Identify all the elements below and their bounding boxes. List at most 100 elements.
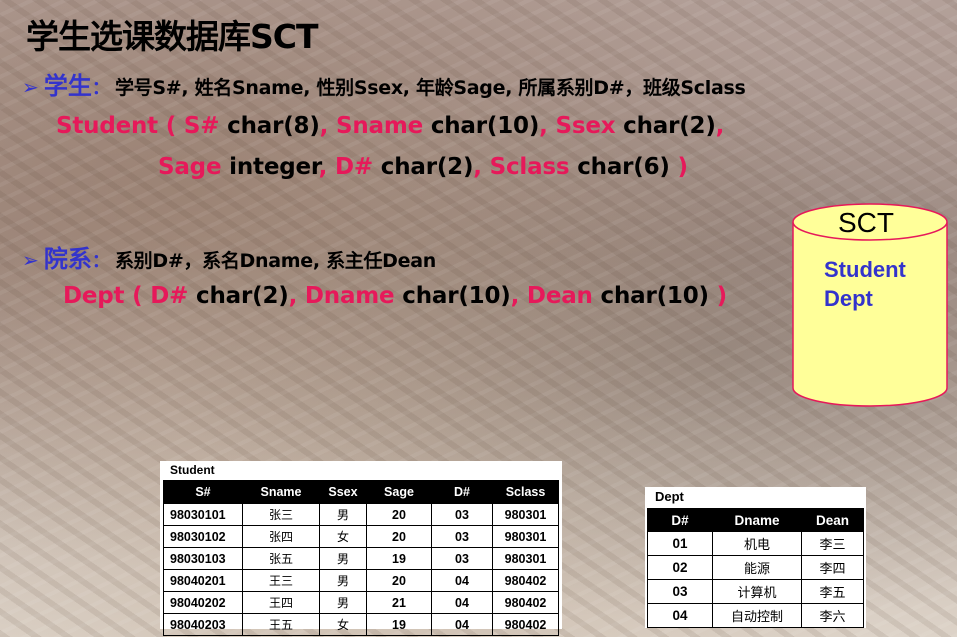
dept-table-caption: Dept (655, 489, 684, 504)
schema-token: char(2) (615, 113, 716, 139)
table-cell: 王三 (242, 569, 320, 592)
table-row: 98040203 王五 女 19 04 980402 (163, 613, 559, 636)
dept-heading: 院系 (43, 245, 92, 273)
schema-token: , (715, 113, 725, 139)
table-cell: 自动控制 (712, 603, 802, 628)
table-cell: 98030101 (163, 503, 243, 526)
table-cell: 张五 (242, 547, 320, 570)
schema-token: char(2) (188, 283, 289, 309)
table-cell: 980301 (492, 503, 559, 526)
schema-token: char(6) (569, 154, 670, 180)
table-row: 04 自动控制 李六 (647, 603, 864, 628)
table-cell: 03 (431, 525, 493, 548)
table-cell: 98040201 (163, 569, 243, 592)
schema-token: Dept ( D# (63, 283, 189, 309)
table-cell: 980402 (492, 613, 559, 636)
arrow-bullet-icon: ➢ (22, 75, 39, 99)
table-cell: 男 (319, 547, 367, 570)
table-cell: 03 (431, 503, 493, 526)
table-cell: 98030102 (163, 525, 243, 548)
schema-token: integer (221, 154, 319, 180)
table-cell: 20 (366, 569, 432, 592)
table-cell: 20 (366, 525, 432, 548)
dept-description: 系别D#，系名Dname, 系主任Dean (114, 250, 436, 272)
column-header: Sage (366, 480, 432, 504)
column-header: Sclass (492, 480, 559, 504)
student-table-panel: Student S# Sname Ssex Sage D# Sclass 980… (160, 461, 562, 636)
schema-token: char(10) (423, 113, 540, 139)
table-row: 03 计算机 李五 (647, 579, 864, 604)
dept-table: D# Dname Dean 01 机电 李三 02 能源 李四 03 计算机 李… (647, 508, 864, 628)
schema-token: , Sname (319, 113, 424, 139)
student-heading: 学生 (43, 72, 92, 100)
table-header-row: S# Sname Ssex Sage D# Sclass (163, 480, 559, 504)
student-table: S# Sname Ssex Sage D# Sclass 98030101 张三… (163, 480, 559, 636)
table-cell: 980301 (492, 547, 559, 570)
table-cell: 98030103 (163, 547, 243, 570)
table-cell: 04 (431, 569, 493, 592)
table-cell: 王五 (242, 613, 320, 636)
table-cell: 04 (647, 603, 713, 628)
schema-token: char(8) (219, 113, 320, 139)
column-header: Sname (242, 480, 320, 504)
table-cell: 04 (431, 591, 493, 614)
table-cell: 04 (431, 613, 493, 636)
table-cell: 03 (431, 547, 493, 570)
table-row: 98040202 王四 男 21 04 980402 (163, 591, 559, 614)
student-description: 学号S#, 姓名Sname, 性别Ssex, 年龄Sage, 所属系别D#，班级… (114, 77, 746, 99)
table-cell: 19 (366, 547, 432, 570)
arrow-bullet-icon: ➢ (22, 248, 39, 272)
column-header: S# (163, 480, 243, 504)
schema-token: , Dean (510, 283, 593, 309)
table-cell: 机电 (712, 531, 802, 556)
table-header-row: D# Dname Dean (647, 508, 864, 532)
table-cell: 计算机 (712, 579, 802, 604)
table-cell: 李六 (801, 603, 864, 628)
table-cell: 男 (319, 503, 367, 526)
schema-token: , D# (318, 154, 374, 180)
dept-section-heading: ➢ 院系： 系别D#，系名Dname, 系主任Dean (22, 239, 436, 274)
table-cell: 张三 (242, 503, 320, 526)
table-row: 98030103 张五 男 19 03 980301 (163, 547, 559, 570)
column-header: Dean (801, 508, 864, 532)
table-cell: 李四 (801, 555, 864, 580)
table-cell: 男 (319, 569, 367, 592)
cylinder-item-student: Student (824, 257, 906, 282)
schema-token: char(10) (394, 283, 511, 309)
table-cell: 女 (319, 525, 367, 548)
table-cell: 王四 (242, 591, 320, 614)
column-header: D# (431, 480, 493, 504)
schema-token: , Ssex (539, 113, 616, 139)
table-cell: 980402 (492, 591, 559, 614)
table-row: 02 能源 李四 (647, 555, 864, 580)
table-cell: 01 (647, 531, 713, 556)
schema-token: ) (708, 283, 728, 309)
table-cell: 980301 (492, 525, 559, 548)
student-schema-line-2: Sage integer, D# char(2), Sclass char(6)… (158, 154, 688, 180)
cylinder-label: SCT (838, 207, 894, 238)
table-cell: 女 (319, 613, 367, 636)
column-header: Ssex (319, 480, 367, 504)
table-cell: 02 (647, 555, 713, 580)
table-cell: 21 (366, 591, 432, 614)
dept-table-panel: Dept D# Dname Dean 01 机电 李三 02 能源 李四 03 … (645, 487, 866, 628)
table-cell: 98040203 (163, 613, 243, 636)
schema-token: , Sclass (473, 154, 570, 180)
table-row: 98040201 王三 男 20 04 980402 (163, 569, 559, 592)
cylinder-item-dept: Dept (824, 286, 873, 311)
table-row: 98030101 张三 男 20 03 980301 (163, 503, 559, 526)
table-cell: 李三 (801, 531, 864, 556)
table-cell: 能源 (712, 555, 802, 580)
schema-token: Student ( S# (56, 113, 220, 139)
student-heading-colon: ： (91, 78, 110, 99)
schema-token: char(10) (592, 283, 710, 309)
column-header: D# (647, 508, 713, 532)
table-cell: 20 (366, 503, 432, 526)
table-row: 98030102 张四 女 20 03 980301 (163, 525, 559, 548)
table-cell: 男 (319, 591, 367, 614)
table-cell: 李五 (801, 579, 864, 604)
schema-token: , Dname (288, 283, 395, 309)
column-header: Dname (712, 508, 802, 532)
schema-token: ) (669, 154, 689, 180)
table-row: 01 机电 李三 (647, 531, 864, 556)
